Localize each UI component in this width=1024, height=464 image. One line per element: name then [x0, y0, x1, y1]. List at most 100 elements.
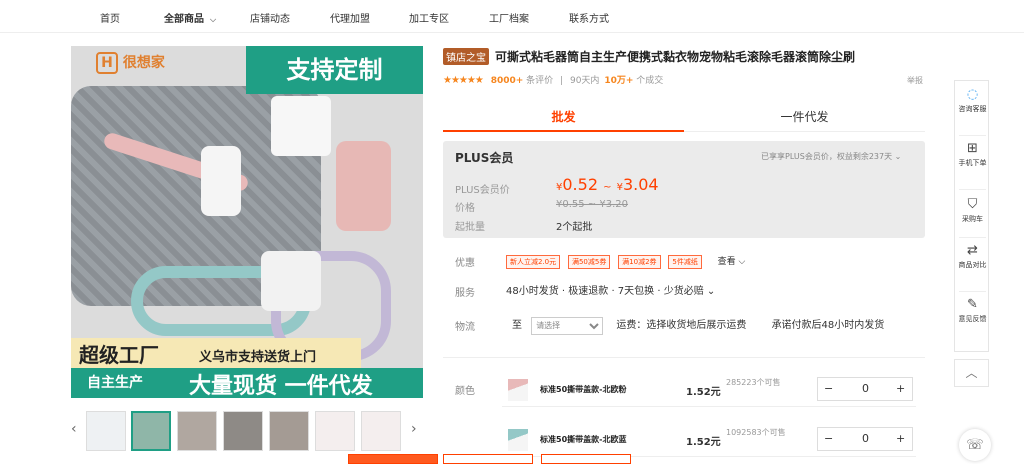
image-roll [201, 146, 241, 216]
view-more-coupons[interactable]: 查看 ⌵ [718, 257, 746, 267]
sku-price: 1.52元 [686, 387, 721, 398]
purchase-tabs: 批发 一件代发 [443, 102, 925, 132]
member-price-label: PLUS会员价 [455, 185, 510, 196]
shipping-promise: 承诺付款后48小时内发货 [771, 320, 885, 331]
quantity-input[interactable]: 0 [862, 382, 869, 395]
plus-note[interactable]: 已享享PLUS会员价，权益剩余237天 ⌄ [761, 151, 901, 162]
color-label: 颜色 [455, 386, 475, 397]
original-price: ¥0.55 ~ ¥3.20 [556, 199, 628, 210]
chevron-up-icon: ︿ [965, 366, 978, 380]
price-box: PLUS会员 已享享PLUS会员价，权益剩余237天 ⌄ PLUS会员价 ¥0.… [443, 141, 925, 238]
thumbnail[interactable] [315, 411, 355, 451]
minus-button[interactable]: − [824, 382, 833, 395]
nav-factory[interactable]: 工厂档案 [489, 10, 529, 25]
quantity-stepper: − 0 + [817, 427, 913, 451]
image-roll-2 [261, 251, 321, 311]
rail-compare[interactable]: ⇄ 商品对比 [955, 243, 990, 270]
back-to-top-button[interactable]: ︿ [954, 359, 989, 387]
nav-agency[interactable]: 代理加盟 [330, 10, 370, 25]
thumbnail[interactable] [361, 411, 401, 451]
add-to-cart-button[interactable] [443, 454, 533, 464]
cart-icon: ⛉ [967, 197, 978, 212]
rating-row: ★★★★★ 8000+ 条评价 | 90天内 10万+ 个成交 [443, 75, 664, 86]
brand-logo: H 很想家 [96, 52, 196, 90]
image-rolls [271, 96, 331, 156]
chevron-right-icon[interactable]: › [411, 421, 417, 437]
text-super-factory: 超级工厂 [79, 343, 159, 367]
thumbnail[interactable] [223, 411, 263, 451]
rail-cart[interactable]: ⛉ 采购车 [955, 197, 990, 224]
coupon[interactable]: 新人立减2.0元 [506, 255, 561, 269]
sku-stock: 285223个可售 [726, 378, 781, 387]
nav-shop-news[interactable]: 店铺动态 [250, 10, 290, 25]
minus-button[interactable]: − [824, 432, 833, 445]
sku-row: 标准50撕带盖款-北欧蓝 1.52元 1092583个可售 − 0 + [502, 421, 916, 457]
coupon[interactable]: 满50减5券 [567, 255, 611, 269]
sold-count: 10万+ [604, 76, 634, 86]
coupon[interactable]: 5件减纸 [668, 255, 702, 269]
sku-stock: 1092583个可售 [726, 428, 786, 437]
quantity-input[interactable]: 0 [862, 432, 869, 445]
plus-title: PLUS会员 [455, 151, 514, 165]
star-rating-icon: ★★★★★ [443, 75, 484, 86]
product-title: 镇店之宝 可撕式粘毛器筒自主生产便携式黏衣物宠物粘毛滚除毛器滚筒除尘刷 [443, 48, 933, 65]
image-cover [336, 141, 391, 231]
chevron-left-icon[interactable]: ‹ [71, 421, 77, 437]
divider [443, 357, 925, 358]
nav-contact[interactable]: 联系方式 [569, 10, 609, 25]
right-rail: ◌ 咨询客服 ⊞ 手机下单 ⛉ 采购车 ⇄ 商品对比 ✎ 意见反馈 [954, 80, 989, 352]
thumbnail[interactable] [86, 411, 126, 451]
sku-name: 标准50撕带盖款-北欧粉 [540, 385, 627, 394]
text-yiwu-delivery: 义乌市支持送货上门 [199, 350, 317, 365]
buy-now-button[interactable] [348, 454, 438, 464]
report-link[interactable]: 举报 [907, 75, 923, 86]
chat-icon: ◌ [966, 87, 979, 102]
sku-price: 1.52元 [686, 437, 721, 448]
compare-icon: ⇄ [967, 243, 978, 258]
tab-wholesale[interactable]: 批发 [443, 102, 684, 132]
price-label: 价格 [455, 203, 475, 214]
sku-thumb [508, 379, 528, 401]
sku-name: 标准50撕带盖款-北欧蓝 [540, 435, 627, 444]
nav-home[interactable]: 首页 [100, 10, 120, 25]
coupon-list: 新人立减2.0元 满50减5券 满10减2券 5件减纸 查看 ⌵ [506, 253, 745, 269]
nav-processing[interactable]: 加工专区 [409, 10, 449, 25]
thumbnail-strip: ‹ › [71, 409, 423, 455]
logistics-row: 至 请选择 运费：选择收货地后展示运费 承诺付款后48小时内发货 [512, 316, 884, 335]
feedback-icon: ✎ [967, 297, 978, 312]
promo-label: 优惠 [455, 258, 475, 269]
top-nav: 首页 全部商品 ⌵ 店铺动态 代理加盟 加工专区 工厂档案 联系方式 [0, 0, 1024, 33]
moq-label: 起批量 [455, 222, 485, 233]
sku-thumb [508, 429, 528, 451]
tab-dropship[interactable]: 一件代发 [684, 102, 925, 132]
product-main-image[interactable]: H 很想家 支持定制 超级工厂 义乌市支持送货上门 自主生产 大量现货 一件代发 [71, 46, 423, 398]
reviews-count[interactable]: 8000+ [491, 76, 524, 86]
dropship-button[interactable] [541, 454, 631, 464]
headset-icon: ☏ [966, 437, 984, 453]
qrcode-icon: ⊞ [967, 141, 978, 156]
text-self-produce: 自主生产 [87, 375, 143, 391]
logistics-label: 物流 [455, 322, 475, 333]
text-in-stock: 大量现货 一件代发 [189, 374, 373, 398]
rail-feedback[interactable]: ✎ 意见反馈 [955, 297, 990, 324]
coupon[interactable]: 满10减2券 [618, 255, 661, 269]
member-price: ¥0.52 ~ ¥3.04 [556, 175, 659, 194]
banner-customizable: 支持定制 [246, 46, 423, 94]
customer-service-fab[interactable]: ☏ [959, 429, 991, 461]
region-select[interactable]: 请选择 [531, 316, 604, 335]
plus-button[interactable]: + [896, 382, 905, 395]
nav-all-products[interactable]: 全部商品 ⌵ [164, 10, 216, 25]
service-label: 服务 [455, 288, 475, 299]
rail-chat[interactable]: ◌ 咨询客服 [955, 87, 990, 114]
thumbnail[interactable] [269, 411, 309, 451]
sku-row: 标准50撕带盖款-北欧粉 1.52元 285223个可售 − 0 + [502, 371, 916, 407]
plus-button[interactable]: + [896, 432, 905, 445]
thumbnail-active[interactable] [131, 411, 171, 451]
shipping-fee-text: 运费：选择收货地后展示运费 [616, 320, 747, 331]
service-text[interactable]: 48小时发货 · 极速退款 · 7天包换 · 少货必赔 ⌄ [506, 282, 715, 297]
treasure-badge: 镇店之宝 [443, 48, 489, 65]
quantity-stepper: − 0 + [817, 377, 913, 401]
thumbnail[interactable] [177, 411, 217, 451]
chevron-down-icon: ⌵ [210, 15, 217, 24]
rail-mobile-order[interactable]: ⊞ 手机下单 [955, 141, 990, 168]
